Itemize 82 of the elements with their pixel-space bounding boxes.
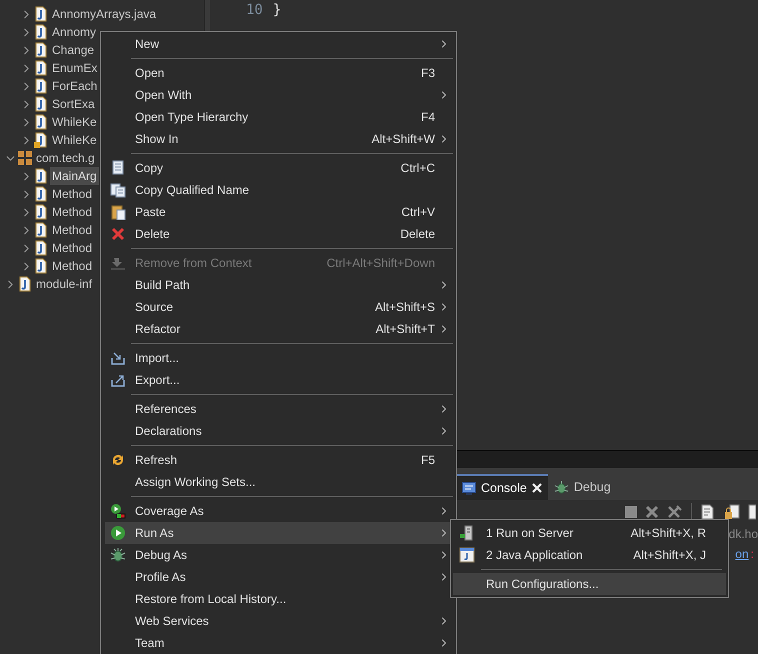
panel-tab[interactable]: Console xyxy=(456,474,548,500)
delete-icon xyxy=(110,226,126,242)
menu-item[interactable]: Restore from Local History... xyxy=(105,588,453,610)
console-text: dk.ho xyxy=(728,526,758,543)
menu-item[interactable]: Copy Qualified Name xyxy=(105,179,453,201)
tree-item[interactable]: Method xyxy=(50,203,94,221)
menu-item[interactable]: Run Configurations... xyxy=(453,573,726,595)
menu-item[interactable]: Source Alt+Shift+S xyxy=(105,296,453,318)
menu-item[interactable]: Show In Alt+Shift+W xyxy=(105,128,453,150)
menu-item[interactable]: Open With xyxy=(105,84,453,106)
line-number: 10 xyxy=(246,0,263,20)
coverage-icon xyxy=(110,503,126,519)
server-icon xyxy=(459,525,475,541)
tree-item[interactable]: Method xyxy=(50,221,94,239)
java-file-icon xyxy=(18,276,32,292)
menu-item[interactable]: Assign Working Sets... xyxy=(105,471,453,493)
tree-item[interactable]: EnumEx xyxy=(50,59,100,77)
menu-item[interactable]: Delete Delete xyxy=(105,223,453,245)
shortcut-label: Delete xyxy=(400,226,435,243)
shortcut-label: Alt+Shift+T xyxy=(376,321,435,338)
tree-item[interactable]: com.tech.g xyxy=(34,149,97,167)
refresh-icon xyxy=(110,452,126,468)
shortcut-label: Ctrl+C xyxy=(400,160,435,177)
paste-icon xyxy=(110,204,126,220)
package-icon xyxy=(18,151,32,165)
shortcut-label: F5 xyxy=(420,452,435,469)
tree-item[interactable]: Method xyxy=(50,239,94,257)
menu-item[interactable]: Debug As xyxy=(105,544,453,566)
menu-item[interactable]: New xyxy=(105,33,453,55)
tree-item[interactable]: WhileKe xyxy=(50,131,99,149)
shortcut-label: Ctrl+Alt+Shift+Down xyxy=(326,255,435,272)
document-icon[interactable] xyxy=(748,504,756,520)
remove-all-icon[interactable] xyxy=(667,505,683,519)
copy-icon xyxy=(110,182,126,198)
tree-item[interactable]: module-inf xyxy=(34,275,94,293)
console-icon xyxy=(462,482,476,494)
lock-icon[interactable] xyxy=(724,504,740,520)
run-icon xyxy=(110,525,126,541)
java-application-icon xyxy=(459,547,475,563)
code-line: } xyxy=(272,0,282,20)
tree-item[interactable]: SortExa xyxy=(50,95,97,113)
tree-item[interactable]: Annomy xyxy=(50,23,98,41)
menu-item[interactable]: Build Path xyxy=(105,274,453,296)
shortcut-label: Alt+Shift+W xyxy=(372,131,435,148)
menu-item[interactable]: Open F3 xyxy=(105,62,453,84)
menu-item[interactable]: Export... xyxy=(105,369,453,391)
tree-item[interactable]: ForEach xyxy=(50,77,100,95)
menu-item[interactable]: Team xyxy=(105,632,453,654)
shortcut-label: Ctrl+V xyxy=(401,204,435,221)
bug-icon xyxy=(554,480,569,494)
menu-item[interactable]: References xyxy=(105,398,453,420)
menu-item[interactable]: Open Type Hierarchy F4 xyxy=(105,106,453,128)
tree-item[interactable]: Method xyxy=(50,185,94,203)
menu-item[interactable]: Copy Ctrl+C xyxy=(105,157,453,179)
menu-item[interactable]: 1 Run on Server Alt+Shift+X, R xyxy=(453,522,726,544)
menu-item[interactable]: 2 Java Application Alt+Shift+X, J xyxy=(453,544,726,566)
shortcut-label: Alt+Shift+S xyxy=(374,299,435,316)
menu-item[interactable]: Refactor Alt+Shift+T xyxy=(105,318,453,340)
tree-item[interactable]: WhileKe xyxy=(50,113,99,131)
shortcut-label: Alt+Shift+X, R xyxy=(630,525,706,542)
menu-item[interactable]: Run As xyxy=(105,522,453,544)
tree-item[interactable]: AnnomyArrays.java xyxy=(50,5,158,23)
console-link[interactable]: on xyxy=(735,545,749,563)
bug-icon xyxy=(110,547,126,563)
menu-item[interactable]: Import... xyxy=(105,347,453,369)
menu-item[interactable]: Coverage As xyxy=(105,500,453,522)
menu-item[interactable]: Web Services xyxy=(105,610,453,632)
menu-item[interactable]: Profile As xyxy=(105,566,453,588)
document-icon[interactable] xyxy=(700,504,716,520)
shortcut-label: F4 xyxy=(420,109,435,126)
remove-icon xyxy=(110,255,126,271)
copy-icon xyxy=(110,160,126,176)
menu-item[interactable]: Paste Ctrl+V xyxy=(105,201,453,223)
menu-item[interactable]: Refresh F5 xyxy=(105,449,453,471)
shortcut-label: Alt+Shift+X, J xyxy=(633,547,706,564)
tree-item[interactable]: Change xyxy=(50,41,96,59)
shortcut-label: F3 xyxy=(420,65,435,82)
import-icon xyxy=(110,350,126,366)
menu-item[interactable]: Declarations xyxy=(105,420,453,442)
console-text: : xyxy=(750,546,755,563)
tree-item[interactable]: Method xyxy=(50,257,94,275)
tree-item[interactable]: MainArg xyxy=(50,167,99,185)
